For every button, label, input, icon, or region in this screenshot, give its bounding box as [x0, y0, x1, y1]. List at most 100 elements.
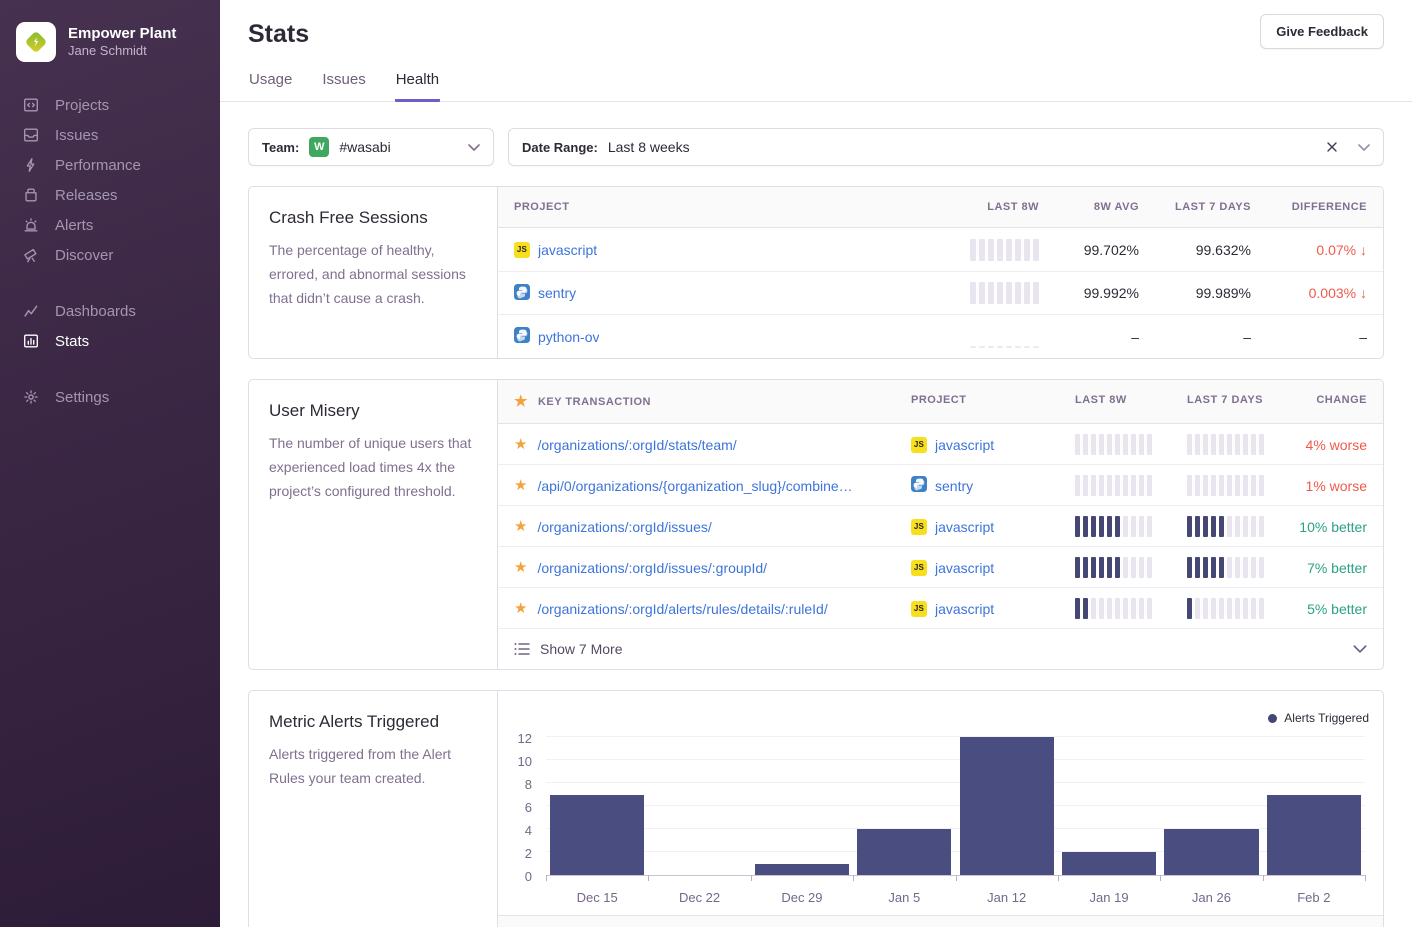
table-row: ★ /api/0/organizations/{organization_slug… [498, 465, 1383, 506]
spark-bar [1139, 434, 1144, 455]
transaction-link[interactable]: /organizations/:orgId/issues/ [537, 519, 711, 535]
tab-health[interactable]: Health [395, 65, 440, 102]
spark-bar [1091, 434, 1096, 455]
bar-slot [648, 703, 750, 875]
spark-dash [988, 346, 994, 348]
spark-bar [1195, 434, 1200, 455]
user-misery-description: User Misery The number of unique users t… [249, 380, 498, 669]
key-transaction-star-icon[interactable]: ★ [514, 478, 527, 493]
spark-bar [1107, 475, 1112, 496]
project-link[interactable]: javascript [538, 242, 597, 258]
x-axis-tick-label: Dec 15 [546, 890, 648, 905]
key-transaction-star-icon[interactable]: ★ [514, 519, 527, 534]
spark-bar [1203, 516, 1208, 537]
difference-value: 0.07% ↓ [1267, 232, 1383, 268]
sidebar-item-releases[interactable]: Releases [0, 180, 220, 210]
spark-bar [1227, 557, 1232, 578]
sidebar-item-performance[interactable]: Performance [0, 150, 220, 180]
y-axis-tick-label: 0 [525, 869, 532, 884]
project-link[interactable]: javascript [935, 601, 994, 617]
date-range-select[interactable]: Date Range: Last 8 weeks [508, 128, 1384, 166]
panel-subtitle: Alerts triggered from the Alert Rules yo… [269, 742, 477, 790]
spark-bar [1115, 475, 1120, 496]
org-switcher[interactable]: Empower Plant Jane Schmidt [0, 14, 220, 66]
alerts-table-header: Alert Rule Project Last 8w Average This … [498, 915, 1383, 927]
spark-bar [1139, 598, 1144, 619]
star-icon: ★ [514, 394, 528, 409]
sidebar-item-settings[interactable]: Settings [0, 382, 220, 412]
bar[interactable] [1164, 829, 1258, 875]
x-axis-tick-label: Dec 22 [648, 890, 750, 905]
project-link[interactable]: sentry [935, 478, 973, 494]
team-select[interactable]: Team: W #wasabi [248, 128, 494, 166]
spark-bar [1015, 282, 1021, 304]
discover-icon [22, 246, 40, 264]
javascript-platform-icon: JS [911, 437, 927, 453]
column-header-last-8w-average: Last 8w Average [1007, 916, 1157, 927]
spark-bar [1219, 557, 1224, 578]
project-link[interactable]: javascript [935, 560, 994, 576]
avg-8w-value: 99.992% [1055, 275, 1155, 311]
project-link[interactable]: javascript [935, 519, 994, 535]
spark-bar [1203, 434, 1208, 455]
team-select-label: Team: [262, 140, 299, 155]
sidebar-item-dashboards[interactable]: Dashboards [0, 296, 220, 326]
column-header-last-7-days: Last 7 Days [1155, 187, 1267, 227]
bar[interactable] [960, 737, 1054, 875]
key-transaction-star-icon[interactable]: ★ [514, 601, 527, 616]
sidebar-item-discover[interactable]: Discover [0, 240, 220, 270]
crash-free-description: Crash Free Sessions The percentage of he… [249, 187, 498, 358]
clear-date-range-button[interactable] [1326, 141, 1338, 153]
bar[interactable] [755, 864, 849, 876]
spark-dash [1033, 346, 1039, 348]
bar[interactable] [550, 795, 644, 876]
project-link[interactable]: python-ov [538, 329, 599, 345]
spark-bar [1131, 557, 1136, 578]
sentry-logo-icon [23, 29, 49, 55]
spark-bar [1243, 557, 1248, 578]
spark-bar [1123, 598, 1128, 619]
spark-bar [1123, 516, 1128, 537]
date-range-label: Date Range: [522, 140, 598, 155]
bar[interactable] [1062, 852, 1156, 875]
spark-bar [1099, 475, 1104, 496]
sidebar-item-projects[interactable]: Projects [0, 90, 220, 120]
project-link[interactable]: javascript [935, 437, 994, 453]
spark-bar [1091, 516, 1096, 537]
spark-bar [1099, 434, 1104, 455]
key-transaction-star-icon[interactable]: ★ [514, 560, 527, 575]
sidebar-item-stats[interactable]: Stats [0, 326, 220, 356]
spark-bar [1211, 557, 1216, 578]
tab-usage[interactable]: Usage [248, 65, 293, 102]
spark-bar [1187, 557, 1192, 578]
give-feedback-button[interactable]: Give Feedback [1260, 14, 1384, 49]
spark-bar [1123, 475, 1128, 496]
transaction-link[interactable]: /api/0/organizations/{organization_slug}… [537, 478, 852, 494]
transaction-link[interactable]: /organizations/:orgId/alerts/rules/detai… [537, 601, 827, 617]
y-axis-tick-label: 10 [518, 754, 532, 769]
spark-bar [1251, 598, 1256, 619]
team-avatar: W [309, 137, 329, 157]
spark-bar [1235, 434, 1240, 455]
key-transaction-star-icon[interactable]: ★ [514, 437, 527, 452]
show-more-button[interactable]: Show 7 More [498, 629, 1383, 669]
spark-bar [1227, 475, 1232, 496]
table-row: python-ov – – – [498, 315, 1383, 358]
bar[interactable] [1267, 795, 1361, 876]
bar-slot [853, 703, 955, 875]
nav-group-secondary: Dashboards Stats [0, 296, 220, 356]
transaction-link[interactable]: /organizations/:orgId/stats/team/ [537, 437, 736, 453]
spark-bar [1219, 475, 1224, 496]
column-header-last-8w: Last 8w [1059, 380, 1171, 423]
sidebar-item-issues[interactable]: Issues [0, 120, 220, 150]
bar[interactable] [857, 829, 951, 875]
transaction-link[interactable]: /organizations/:orgId/issues/:groupId/ [537, 560, 767, 576]
bars-layer [546, 703, 1365, 875]
project-link[interactable]: sentry [538, 285, 576, 301]
chart-legend[interactable]: Alerts Triggered [1268, 711, 1369, 725]
spark-bar [1006, 282, 1012, 304]
tab-issues[interactable]: Issues [321, 65, 366, 102]
projects-icon [22, 96, 40, 114]
sidebar-item-alerts[interactable]: Alerts [0, 210, 220, 240]
date-range-value: Last 8 weeks [608, 139, 690, 155]
